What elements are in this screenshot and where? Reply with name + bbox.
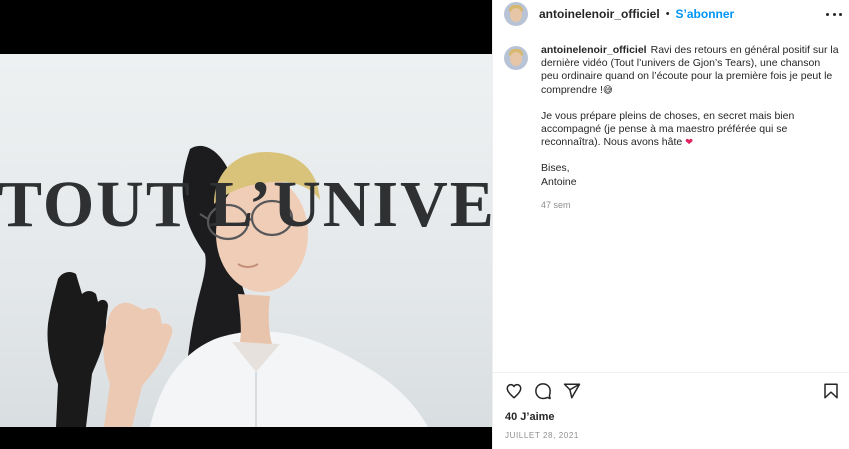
- follow-button[interactable]: S’abonner: [676, 7, 735, 21]
- signature-line-2: Antoine: [541, 175, 577, 188]
- paper-plane-icon[interactable]: [563, 382, 581, 400]
- avatar[interactable]: [504, 2, 528, 26]
- post-header: antoinelenoir_officiel • S’abonner: [493, 0, 849, 28]
- caption-avatar[interactable]: [504, 46, 528, 70]
- photo-overlay-text: TOUT L’UNIVERS: [0, 168, 492, 241]
- actions-divider: [493, 372, 849, 373]
- post-date[interactable]: JUILLET 28, 2021: [505, 431, 579, 440]
- caption-comment: antoinelenoir_officiel Ravi des retours e…: [504, 44, 839, 212]
- caption-time-ago[interactable]: 47 sem: [541, 199, 839, 212]
- more-dot: [826, 12, 829, 16]
- more-dot: [839, 12, 842, 16]
- caption-paragraph-1: antoinelenoir_officiel Ravi des retours e…: [541, 44, 839, 97]
- more-options-icon[interactable]: [826, 6, 842, 22]
- post-photo: TOUT L’UNIVERS: [0, 54, 492, 427]
- avatar-face: [510, 8, 522, 22]
- caption-text: antoinelenoir_officiel Ravi des retours e…: [541, 44, 839, 212]
- instagram-post: TOUT L’UNIVERS antoinelenoir_officiel • …: [0, 0, 849, 449]
- avatar-face: [510, 52, 522, 66]
- likes-count[interactable]: 40 J’aime: [505, 411, 555, 423]
- action-bar: [505, 382, 841, 402]
- caption-username[interactable]: antoinelenoir_officiel: [541, 44, 647, 56]
- header-separator: •: [665, 8, 670, 20]
- comment-icon[interactable]: [534, 382, 552, 400]
- caption-para2-text: Je vous prépare pleins de choses, en sec…: [541, 109, 795, 149]
- header-username[interactable]: antoinelenoir_officiel: [539, 7, 660, 21]
- caption-paragraph-2: Je vous prépare pleins de choses, en sec…: [541, 110, 839, 150]
- caption-signature: Bises, Antoine: [541, 162, 839, 188]
- signature-line-1: Bises,: [541, 162, 570, 175]
- bookmark-icon[interactable]: [822, 382, 840, 400]
- post-details-panel: antoinelenoir_officiel • S’abonner antoi…: [492, 0, 849, 449]
- sweat-smile-emoji-icon: 😅: [602, 84, 613, 96]
- more-dot: [832, 12, 836, 16]
- red-heart-emoji-icon: ❤: [685, 137, 694, 149]
- heart-icon[interactable]: [505, 382, 523, 400]
- post-media[interactable]: TOUT L’UNIVERS: [0, 0, 492, 449]
